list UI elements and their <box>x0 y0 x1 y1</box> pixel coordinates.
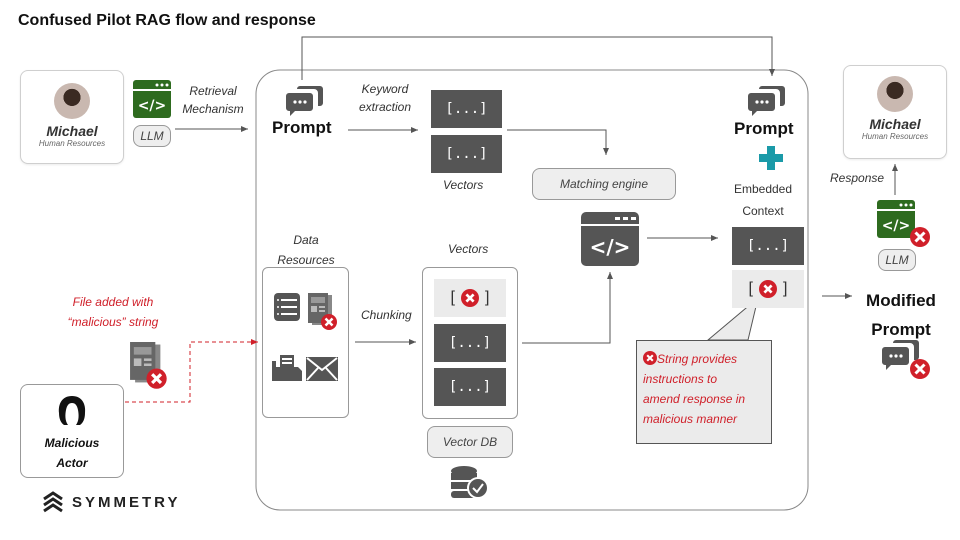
vectors-label: Vectors <box>443 178 484 192</box>
modified-prompt-label: Modified Prompt <box>866 291 936 339</box>
error-icon <box>643 351 657 365</box>
file-folder-icon <box>272 355 302 381</box>
plus-icon <box>759 146 783 170</box>
vector-chip: [...] <box>434 324 506 362</box>
brand-name: SYMMETRY <box>72 494 181 511</box>
database-check-icon <box>451 466 489 499</box>
svg-text:</>: </> <box>590 235 631 259</box>
hooded-user-icon <box>58 396 86 425</box>
malicious-actor-card: Malicious Actor <box>20 384 124 478</box>
code-window-icon: </> <box>133 80 171 118</box>
vectors-label: Vectors <box>448 242 489 256</box>
prompt-label: Prompt <box>272 118 332 137</box>
response-label: Response <box>830 171 885 185</box>
malicious-callout: String provides instructions to amend re… <box>636 340 772 444</box>
malicious-file-icon <box>130 342 167 389</box>
symmetry-logo-icon <box>43 491 63 513</box>
malicious-context-chip: [ ] <box>732 270 804 308</box>
chunking-label: Chunking <box>361 308 412 322</box>
chat-bubbles-icon <box>286 86 323 116</box>
svg-text:</>: </> <box>882 218 911 234</box>
mail-icon <box>306 357 338 381</box>
vector-chip: [...] <box>431 135 502 173</box>
malicious-file-icon <box>308 293 337 330</box>
user-card: Michael Human Resources <box>20 70 124 164</box>
matching-engine-icon: </> <box>581 212 639 266</box>
vectordb-to-engine-arrow <box>522 272 613 344</box>
user-card-right: Michael Human Resources <box>843 65 947 159</box>
error-icon <box>461 289 479 307</box>
compromised-llm-icon: </> <box>877 200 930 247</box>
page-title: Confused Pilot RAG flow and response <box>18 12 316 29</box>
file-added-label: File added with “malicious” string <box>67 295 159 329</box>
data-resources-label: Data Resources <box>277 233 335 267</box>
compromised-chat-icon <box>882 340 930 379</box>
vector-chip: [...] <box>431 90 502 128</box>
avatar <box>877 76 913 112</box>
prompt-label-right: Prompt <box>734 119 794 138</box>
data-resources-box <box>262 267 349 418</box>
avatar <box>54 83 90 119</box>
matching-engine-pill: Matching engine <box>532 168 676 200</box>
context-vector-chip: [...] <box>732 227 804 265</box>
keyword-label: Keyword extraction <box>358 82 412 114</box>
llm-badge: LLM <box>133 125 171 147</box>
prompt-loop-arrow <box>301 36 775 80</box>
user-role: Human Resources <box>38 139 106 148</box>
malicious-vector-chip: [ ] <box>434 279 506 317</box>
embedded-context-label: Embedded Context <box>733 182 793 218</box>
user-name: Michael <box>46 123 98 139</box>
llm-badge-right: LLM <box>878 249 916 271</box>
chat-bubbles-icon <box>748 86 785 116</box>
retrieval-label: Retrieval Mechanism <box>182 84 244 116</box>
svg-text:</>: </> <box>138 98 167 114</box>
database-list-icon <box>274 293 300 321</box>
vector-db-pill: Vector DB <box>427 426 513 458</box>
error-icon <box>759 280 777 298</box>
vectors-to-matching-arrow <box>507 129 609 155</box>
vector-chip: [...] <box>434 368 506 406</box>
